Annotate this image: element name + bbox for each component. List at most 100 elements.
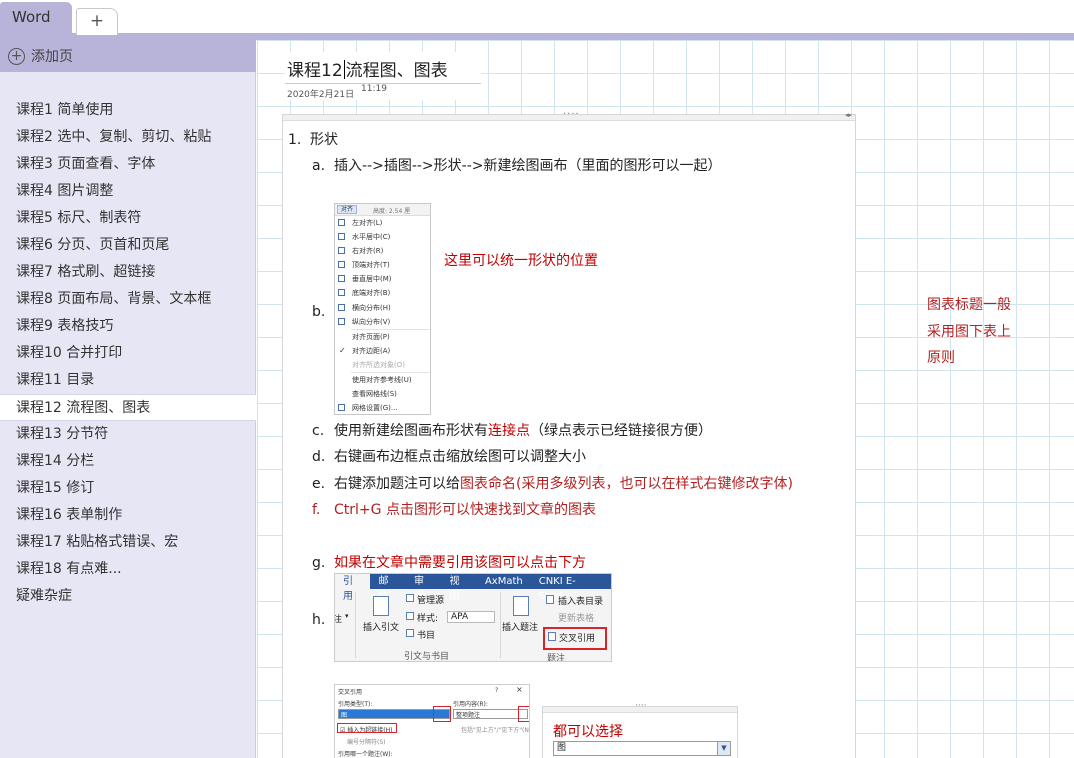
ribbon-tab: CNKI E-Study xyxy=(538,576,576,602)
page-item[interactable]: 课程5 标尺、制表符 xyxy=(0,205,256,232)
distribute-vertical-icon xyxy=(338,317,345,325)
style-value: APA xyxy=(451,612,469,622)
align-menu-item: 纵向分布(V) xyxy=(335,315,430,329)
insert-caption-icon xyxy=(513,596,529,616)
list-marker: h. xyxy=(312,612,326,628)
outline-container[interactable]: ···· ◂▸ 1. 形状 a. 插入-->插图-->形状-->新建绘图画布（里面的… xyxy=(282,109,856,758)
menu-label: 查看网格线(S) xyxy=(352,390,397,399)
list-text: 如果在文章中需要引用该图可以点击下方 xyxy=(334,555,586,571)
page-item[interactable]: 课程7 格式刷、超链接 xyxy=(0,259,256,286)
outline-container-small[interactable]: ···· 都可以选择 图 ▼ xyxy=(542,701,738,758)
align-menu-item: 垂直居中(M) xyxy=(335,272,430,286)
container-drag-handle[interactable]: ···· ◂▸ xyxy=(283,109,855,121)
page-item[interactable]: 课程16 表单制作 xyxy=(0,502,256,529)
which-caption-label: 引用哪一个题注(W): xyxy=(338,751,393,758)
update-table-label: 更新表格 xyxy=(558,614,595,624)
menu-label: 水平居中(C) xyxy=(352,233,391,242)
align-menu-item: 查看网格线(S) xyxy=(335,387,430,401)
select-note[interactable]: 都可以选择 xyxy=(553,721,623,741)
tab-word-section[interactable]: Word xyxy=(0,2,72,40)
dropdown-arrow-icon: ▾ xyxy=(345,612,349,620)
citation-style-select: APA xyxy=(447,611,495,623)
page-item[interactable]: 课程13 分节符 xyxy=(0,421,256,448)
page-item[interactable]: 课程14 分栏 xyxy=(0,448,256,475)
page-item[interactable]: 课程8 页面布局、背景、文本框 xyxy=(0,286,256,313)
list-marker: 1. xyxy=(288,132,302,148)
list-marker: e. xyxy=(312,476,326,492)
resize-arrows-icon[interactable]: ◂▸ xyxy=(845,111,852,119)
container-drag-handle[interactable]: ···· xyxy=(543,701,737,713)
page-item[interactable]: 课程15 修订 xyxy=(0,475,256,502)
side-note[interactable]: 图表标题一般 采用图下表上 原则 xyxy=(927,292,1037,372)
page-item[interactable]: 课程18 有点难... xyxy=(0,556,256,583)
list-item-e[interactable]: e. 右键添加题注可以给图表命名(采用多级列表，也可以在样式右键修改字体) xyxy=(312,473,793,493)
align-menu-screenshot: 对齐 高度: 2.54 厘 左对齐(L) 水平居中(C) 右对齐(R) 顶端对齐… xyxy=(334,203,431,415)
list-item-1[interactable]: 1. 形状 xyxy=(288,129,338,149)
page-item-active[interactable]: 课程12 流程图、图表 xyxy=(0,394,256,421)
chevron-down-icon: ▼ xyxy=(717,742,730,755)
help-icon: ? xyxy=(495,687,499,694)
align-middle-icon xyxy=(338,275,345,283)
ribbon-tab: 视图 xyxy=(449,576,460,602)
menu-label: 对齐所选对象(O) xyxy=(352,360,405,369)
list-item-d[interactable]: d. 右键画布边框点击缩放绘图可以调整大小 xyxy=(312,446,586,466)
menu-label: 使用对齐参考线(U) xyxy=(352,376,412,385)
menu-label: 顶端对齐(T) xyxy=(352,261,390,270)
ref-content-value: 整项题注 xyxy=(456,712,481,719)
list-marker: d. xyxy=(312,449,326,465)
menu-label: 对齐边距(A) xyxy=(352,346,391,355)
page-item[interactable]: 课程6 分页、页首和页尾 xyxy=(0,232,256,259)
page-item[interactable]: 课程9 表格技巧 xyxy=(0,313,256,340)
page-title[interactable]: 课程12 流程图、图表 xyxy=(287,56,448,81)
align-menu-item: 横向分布(H) xyxy=(335,301,430,315)
menu-label: 横向分布(H) xyxy=(352,303,391,312)
page-item[interactable]: 疑难杂症 xyxy=(0,583,256,610)
align-menu-header: 对齐 高度: 2.54 厘 xyxy=(335,204,430,216)
add-section-button[interactable]: + xyxy=(76,8,118,35)
list-item-h[interactable]: h. xyxy=(312,612,334,628)
align-right-icon xyxy=(338,247,345,255)
align-menu-item: 顶端对齐(T) xyxy=(335,258,430,272)
page-item[interactable]: 课程17 粘贴格式错误、宏 xyxy=(0,529,256,556)
note-canvas[interactable]: 课程12 流程图、图表 2020年2月21日 11:19 ···· ◂▸ 1. 形状… xyxy=(257,40,1074,758)
list-text: 使用新建绘图画布形状有 xyxy=(334,423,488,439)
page-item[interactable]: 课程11 目录 xyxy=(0,367,256,394)
align-top-icon xyxy=(338,261,345,269)
list-item-b[interactable]: b. xyxy=(312,304,334,320)
list-item-a[interactable]: a. 插入-->插图-->形状-->新建绘图画布（里面的图形可以一起） xyxy=(312,155,722,175)
align-note[interactable]: 这里可以统一形状的位置 xyxy=(444,250,598,270)
ref-type-label: 引用类型(T): xyxy=(338,701,373,708)
side-note-line: 图表标题一般 xyxy=(927,297,1011,313)
list-text: （绿点表示已经链接很方便） xyxy=(530,423,712,439)
list-item-g[interactable]: g. 如果在文章中需要引用该图可以点击下方 xyxy=(312,552,586,572)
highlight-box xyxy=(543,627,607,650)
page-list-sidebar: + 添加页 课程1 简单使用 课程2 选中、复制、剪切、粘贴 课程3 页面查看、… xyxy=(0,40,256,758)
page-item[interactable]: 课程2 选中、复制、剪切、粘贴 xyxy=(0,124,256,151)
highlight-box xyxy=(518,706,529,722)
align-menu-item: 左对齐(L) xyxy=(335,216,430,230)
manage-sources-icon xyxy=(406,594,414,602)
ref-type-value: 图 xyxy=(341,712,348,719)
align-menu-item: ✓ 对齐边距(A) xyxy=(335,344,430,358)
list-item-c[interactable]: c. 使用新建绘图画布形状有连接点（绿点表示已经链接很方便） xyxy=(312,420,712,440)
menu-label: 网格设置(G)... xyxy=(352,404,398,413)
add-page-button[interactable]: + 添加页 xyxy=(0,40,256,72)
section-tab-bar: Word + xyxy=(0,0,1074,40)
menu-label: 右对齐(R) xyxy=(352,247,384,256)
list-text: Ctrl+G 点击图形可以快速找到文章的图表 xyxy=(334,502,596,518)
page-item[interactable]: 课程1 简单使用 xyxy=(0,97,256,124)
list-item-f[interactable]: f. Ctrl+G 点击图形可以快速找到文章的图表 xyxy=(312,499,596,519)
page-item[interactable]: 课程3 页面查看、字体 xyxy=(0,151,256,178)
list-marker: a. xyxy=(312,158,326,174)
page-item[interactable]: 课程10 合并打印 xyxy=(0,340,256,367)
page-title-box[interactable]: 课程12 流程图、图表 xyxy=(285,52,481,84)
ribbon-tab: 审阅 xyxy=(413,576,424,602)
align-left-icon xyxy=(338,219,345,226)
ribbon-tab: 邮件 xyxy=(378,576,389,602)
page-date: 2020年2月21日 xyxy=(287,90,355,100)
menu-label: 垂直居中(M) xyxy=(352,275,392,284)
style-label: 样式: xyxy=(417,614,439,624)
list-marker: g. xyxy=(312,555,326,571)
ribbon-text: 注 xyxy=(335,612,342,625)
page-item[interactable]: 课程4 图片调整 xyxy=(0,178,256,205)
